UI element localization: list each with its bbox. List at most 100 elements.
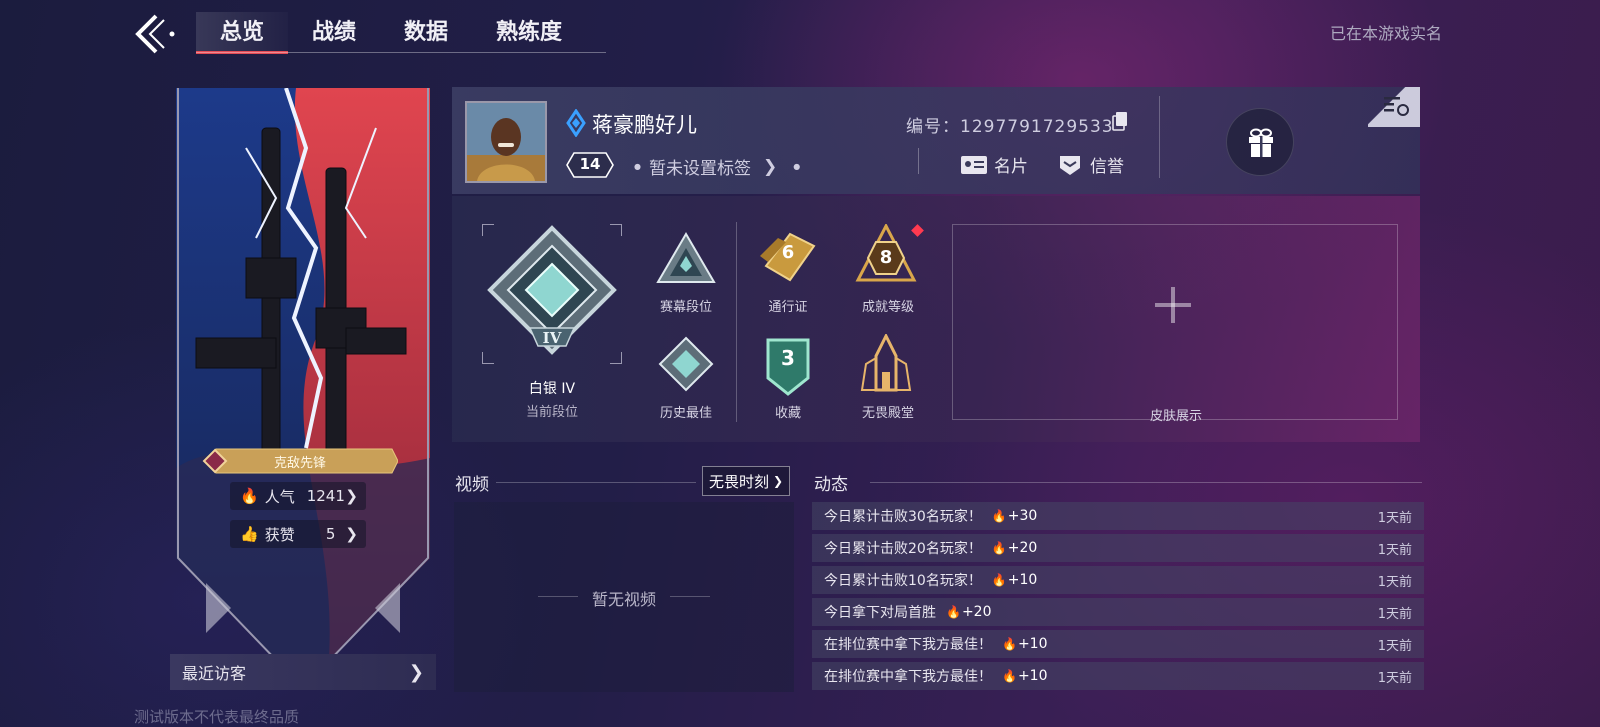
namecard-label: 名片 xyxy=(994,157,1028,177)
video-empty-area: 暂无视频 xyxy=(454,502,794,692)
divider xyxy=(670,596,710,597)
collection-value: 3 xyxy=(781,346,795,370)
flame-icon: 🔥 xyxy=(1002,637,1017,651)
feed-item-time: 1天前 xyxy=(1377,542,1412,558)
tab-match-record[interactable]: 战绩 xyxy=(288,12,380,54)
valor-moments-button[interactable]: 无畏时刻 ❯ xyxy=(702,466,790,496)
divider xyxy=(496,482,696,483)
feed-item-time: 1天前 xyxy=(1377,638,1412,654)
copy-icon[interactable] xyxy=(1112,111,1128,135)
avatar-image xyxy=(467,103,545,181)
flame-icon: 🔥 xyxy=(946,605,961,619)
tab-proficiency[interactable]: 熟练度 xyxy=(472,12,586,54)
battle-pass-button[interactable]: 6 xyxy=(756,226,820,290)
popularity-stat[interactable]: 🔥 人气 1241 ❯ xyxy=(230,482,366,510)
feed-item[interactable]: 今日累计击败10名玩家！ 🔥+10 1天前 xyxy=(812,566,1424,594)
best-rank-label: 历史最佳 xyxy=(659,406,712,421)
feed-item-points: +30 xyxy=(1007,508,1038,524)
flame-icon: 🔥 xyxy=(991,541,1007,555)
tab-bar: 总览 战绩 数据 熟练度 xyxy=(196,12,586,54)
achievement-label: 成就等级 xyxy=(861,300,914,315)
feed-item[interactable]: 在排位赛中拿下我方最佳！ 🔥+10 1天前 xyxy=(812,662,1424,690)
rank-numeral: IV xyxy=(542,329,562,347)
flame-icon: 🔥 xyxy=(1002,669,1017,683)
chevron-right-icon: ❯ xyxy=(408,661,424,683)
valor-moments-label: 无畏时刻 xyxy=(708,472,769,491)
shield-icon xyxy=(1060,155,1080,175)
feed-item-time: 1天前 xyxy=(1377,670,1412,686)
feed-item-text: 今日累计击败10名玩家！ xyxy=(824,573,982,589)
video-empty-text: 暂无视频 xyxy=(591,590,656,609)
flame-icon: 🔥 xyxy=(991,573,1007,587)
current-rank-name: 白银 IV xyxy=(528,381,576,397)
credit-button[interactable]: 信誉 xyxy=(1058,152,1124,177)
likes-label: 获赞 xyxy=(264,525,295,544)
player-id-value: 1297791729533 xyxy=(960,117,1114,137)
feed-item-text: 今日累计击败30名玩家！ xyxy=(824,509,982,525)
skin-showcase[interactable]: 皮肤展示 xyxy=(952,224,1398,424)
achievement-level-button[interactable]: 8 xyxy=(854,222,918,288)
feed-item[interactable]: 在排位赛中拿下我方最佳！ 🔥+10 1天前 xyxy=(812,630,1424,658)
title-badge: 克敌先锋 xyxy=(202,448,399,474)
dot-icon: ● xyxy=(793,162,801,171)
feed-section-title: 动态 xyxy=(814,475,848,495)
feed-item-points: +10 xyxy=(1017,668,1048,684)
video-section-title: 视频 xyxy=(455,475,489,495)
credit-label: 信誉 xyxy=(1090,157,1124,177)
season-rank-label: 赛幕段位 xyxy=(659,300,712,315)
flame-icon: 🔥 xyxy=(240,487,259,505)
gift-button[interactable] xyxy=(1226,108,1294,176)
title-badge-label: 克敌先锋 xyxy=(273,456,326,471)
feed-item-time: 1天前 xyxy=(1377,510,1412,526)
dot-icon: ● xyxy=(634,162,641,171)
feed-item-text: 今日累计击败20名玩家！ xyxy=(824,541,982,557)
collection-button[interactable]: 3 xyxy=(762,336,814,396)
likes-stat[interactable]: 👍 获赞 5 ❯ xyxy=(230,520,366,548)
back-button[interactable] xyxy=(132,12,178,56)
gift-icon xyxy=(1249,128,1273,157)
current-rank-emblem[interactable]: IV xyxy=(481,223,623,365)
thumbs-up-icon: 👍 xyxy=(240,525,259,543)
feed-item[interactable]: 今日拿下对局首胜 🔥+20 1天前 xyxy=(812,598,1424,626)
banner-artwork xyxy=(176,88,430,690)
feed-item-text: 在排位赛中拿下我方最佳！ xyxy=(824,669,992,685)
feed-item-text: 今日拿下对局首胜 xyxy=(824,605,936,621)
triangle-rank-icon xyxy=(656,232,716,283)
feed-item-time: 1天前 xyxy=(1377,606,1412,622)
id-card-icon xyxy=(961,155,987,174)
skin-showcase-label: 皮肤展示 xyxy=(1149,409,1202,424)
divider xyxy=(1159,96,1160,178)
add-icon xyxy=(1153,285,1193,325)
player-banner[interactable]: 克敌先锋 🔥 人气 1241 ❯ 👍 获赞 5 ❯ xyxy=(176,88,430,696)
recent-visitors-button[interactable]: 最近访客 ❯ xyxy=(170,654,436,690)
popularity-label: 人气 xyxy=(264,487,295,506)
best-rank-button[interactable] xyxy=(658,336,714,392)
chevron-right-icon: ❯ xyxy=(772,474,784,488)
feed-item[interactable]: 今日累计击败30名玩家！ 🔥+30 1天前 xyxy=(812,502,1424,530)
chevron-right-icon: ❯ xyxy=(345,487,358,505)
valor-hall-button[interactable] xyxy=(856,332,916,396)
valor-hall-label: 无畏殿堂 xyxy=(861,406,914,421)
tab-data[interactable]: 数据 xyxy=(380,12,472,54)
namecard-button[interactable]: 名片 xyxy=(960,152,1028,177)
tab-overview[interactable]: 总览 xyxy=(196,12,289,54)
avatar[interactable] xyxy=(465,101,547,183)
divider xyxy=(918,148,919,174)
battle-pass-value: 6 xyxy=(781,242,795,263)
chevron-right-icon: ❯ xyxy=(345,525,358,543)
current-rank-label: 当前段位 xyxy=(525,405,578,420)
feed-item-points: +10 xyxy=(1007,572,1038,588)
silver-rank-small-icon xyxy=(658,336,714,392)
realname-status: 已在本游戏实名 xyxy=(1330,24,1443,43)
chevron-right-icon: ❯ xyxy=(762,156,778,177)
back-arrow-icon xyxy=(135,14,175,54)
feed-item-points: +10 xyxy=(1017,636,1048,652)
player-name: 蒋豪鹏好儿 xyxy=(592,113,697,137)
diamond-icon xyxy=(566,108,586,141)
tag-placeholder: 暂未设置标签 xyxy=(648,159,751,179)
set-tag-button[interactable]: ● 暂未设置标签 ❯ ● xyxy=(634,154,801,180)
feed-item[interactable]: 今日累计击败20名玩家！ 🔥+20 1天前 xyxy=(812,534,1424,562)
season-rank-button[interactable] xyxy=(656,232,716,286)
settings-corner-button[interactable] xyxy=(1368,87,1420,127)
temple-icon xyxy=(860,332,912,392)
